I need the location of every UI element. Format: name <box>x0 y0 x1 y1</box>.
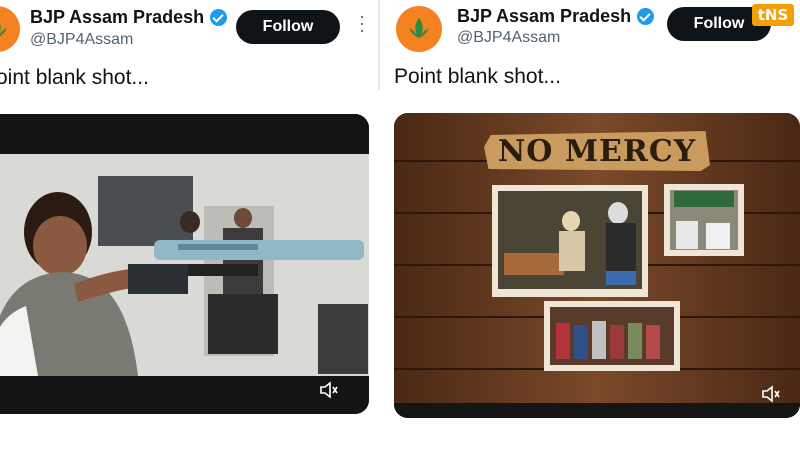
account-name[interactable]: BJP Assam Pradesh <box>30 7 228 28</box>
video-player[interactable]: NO MERCY <box>394 113 800 418</box>
tweet-left: BJP Assam Pradesh @BJP4Assam Follow ··· … <box>0 0 380 450</box>
account-handle[interactable]: @BJP4Assam <box>30 31 133 49</box>
more-options-icon[interactable]: ··· <box>352 14 373 35</box>
verified-badge-icon <box>637 8 655 25</box>
profile-avatar[interactable] <box>396 6 442 52</box>
profile-avatar[interactable] <box>0 6 20 52</box>
account-name[interactable]: BJP Assam Pradesh <box>457 6 655 27</box>
verified-badge-icon <box>210 9 228 26</box>
mute-speaker-icon[interactable] <box>760 383 782 405</box>
video-player[interactable] <box>0 114 369 414</box>
lotus-logo-icon <box>409 18 429 38</box>
account-name-text: BJP Assam Pradesh <box>30 7 205 27</box>
video-title-banner: NO MERCY <box>484 131 710 171</box>
watermark-logo: tNS <box>752 4 794 26</box>
video-frame-shooting-range <box>0 114 369 414</box>
follow-button[interactable]: Follow <box>236 10 340 44</box>
tweet-text: Point blank shot... <box>394 65 561 88</box>
mute-speaker-icon[interactable] <box>318 379 340 401</box>
tweet-text: Point blank shot... <box>0 66 149 89</box>
account-handle[interactable]: @BJP4Assam <box>457 29 560 47</box>
account-name-text: BJP Assam Pradesh <box>457 6 632 26</box>
lotus-logo-icon <box>0 23 7 37</box>
tweet-right: BJP Assam Pradesh @BJP4Assam Follow tNS … <box>380 0 800 450</box>
